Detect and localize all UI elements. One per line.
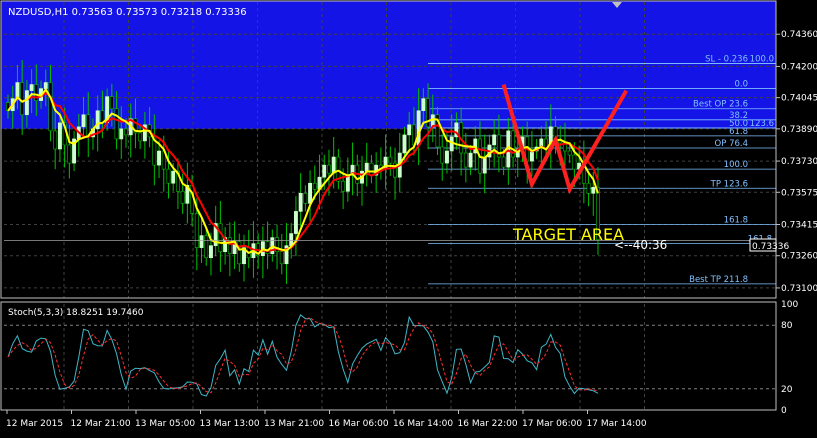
fib-level-label: 100.0 bbox=[724, 160, 748, 170]
price-chart: SL - 0.236 100.00.0Best OP 23.638.250.0 12… bbox=[0, 0, 817, 434]
stochastic-label: Stoch(5,3,3) 18.8251 19.7460 bbox=[8, 308, 144, 318]
price-axis-tick-label: 0.73415 bbox=[781, 221, 817, 231]
candle-body-bearish bbox=[265, 241, 270, 255]
stochastic-axis-tick-label: 80 bbox=[781, 321, 793, 331]
candle-body-bullish bbox=[468, 152, 473, 168]
fib-level-label: 61.8 bbox=[729, 127, 748, 137]
candle-body-bullish bbox=[407, 124, 412, 136]
time-axis-tick-label: 16 Mar 22:00 bbox=[458, 419, 518, 429]
candle-body-bullish bbox=[199, 235, 204, 248]
time-axis-tick-label: 12 Mar 21:00 bbox=[71, 419, 131, 429]
candle-body-bullish bbox=[482, 156, 487, 174]
price-axis-tick-label: 0.73730 bbox=[781, 157, 817, 167]
price-axis-tick-label: 0.74045 bbox=[781, 94, 817, 104]
symbol-info-label: NZDUSD,H1 0.73563 0.73573 0.73218 0.7333… bbox=[8, 7, 247, 18]
candle-body-bullish bbox=[345, 174, 350, 192]
time-axis-tick-label: 17 Mar 14:00 bbox=[587, 419, 647, 429]
price-axis-tick-label: 0.73575 bbox=[781, 188, 817, 198]
candle-body-bearish bbox=[67, 144, 72, 164]
candle-body-bullish bbox=[402, 134, 407, 154]
candle-body-bearish bbox=[166, 168, 171, 184]
candle-body-bullish bbox=[331, 156, 336, 174]
candle-body-bullish bbox=[24, 90, 29, 116]
price-axis-tick-label: 0.73260 bbox=[781, 252, 817, 262]
time-axis-tick-label: 12 Mar 2015 bbox=[6, 419, 63, 429]
candle-body-bearish bbox=[20, 82, 25, 116]
candle-body-bullish bbox=[364, 162, 369, 172]
fib-level-label: SL - 0.236 bbox=[705, 54, 748, 64]
stochastic-axis-tick-label: 100 bbox=[781, 300, 798, 310]
candle-body-bearish bbox=[194, 213, 199, 248]
candle-body-bearish bbox=[53, 130, 58, 150]
time-axis-tick-label: 16 Mar 14:00 bbox=[393, 419, 453, 429]
price-axis-tick-label: 0.74200 bbox=[781, 62, 817, 72]
candle-body-bearish bbox=[48, 82, 53, 132]
fib-level-label: OP 76.4 bbox=[715, 139, 748, 149]
candle-body-bearish bbox=[572, 154, 577, 170]
candle-body-bearish bbox=[586, 182, 591, 194]
time-axis-tick-label: 16 Mar 06:00 bbox=[329, 419, 389, 429]
candle-body-bearish bbox=[303, 192, 308, 204]
candle-body-bearish bbox=[180, 190, 185, 204]
countdown-label: <--40:36 bbox=[614, 238, 667, 252]
candle-body-bearish bbox=[227, 237, 232, 255]
fib-level-label: Best OP 23.6 bbox=[693, 100, 748, 110]
candle-body-bullish bbox=[29, 84, 34, 91]
candle-body-bearish bbox=[114, 108, 119, 140]
time-axis-tick-label: 17 Mar 06:00 bbox=[522, 419, 582, 429]
candle-body-bearish bbox=[463, 152, 468, 168]
candle-body-bullish bbox=[298, 192, 303, 212]
candle-body-bearish bbox=[204, 235, 209, 259]
candle-body-bearish bbox=[567, 150, 572, 156]
candle-body-bearish bbox=[388, 156, 393, 164]
candle-body-bearish bbox=[218, 223, 223, 252]
time-axis-tick-label: 13 Mar 05:00 bbox=[135, 419, 195, 429]
candle-body-bullish bbox=[81, 114, 86, 128]
time-axis-tick-label: 13 Mar 13:00 bbox=[200, 419, 260, 429]
candle-body-bullish bbox=[171, 170, 176, 184]
stochastic-axis-tick-label: 0 bbox=[781, 406, 787, 416]
candle-body-bullish bbox=[119, 128, 124, 140]
candle-body-bullish bbox=[209, 245, 213, 259]
price-axis-tick-label: 0.73890 bbox=[781, 125, 817, 135]
chart-window[interactable]: SL - 0.236 100.0 0.0 Best OP 23.6 38.2 50.0 12… bbox=[0, 0, 817, 434]
candle-body-bullish bbox=[529, 150, 534, 162]
fib-level-label: TP 123.6 bbox=[710, 179, 748, 189]
stochastic-axis-tick-label: 20 bbox=[781, 385, 793, 395]
fib-level-label: 161.8 bbox=[724, 216, 748, 226]
candle-body-bullish bbox=[308, 182, 313, 204]
candle-body-bearish bbox=[124, 128, 128, 136]
candle-body-bearish bbox=[312, 182, 317, 190]
candle-body-bearish bbox=[440, 146, 445, 164]
fib-level-label: 0.0 bbox=[734, 80, 748, 90]
candle-body-bullish bbox=[492, 134, 497, 146]
time-axis-tick-label: 13 Mar 21:00 bbox=[264, 419, 324, 429]
price-axis-tick-label: 0.74360 bbox=[781, 30, 817, 40]
candle-body-bullish bbox=[57, 122, 62, 150]
candle-body-bearish bbox=[327, 164, 331, 174]
candle-body-bullish bbox=[421, 98, 426, 112]
current-price-label: 0.73336 bbox=[752, 242, 789, 252]
candle-body-bearish bbox=[369, 162, 374, 176]
candle-body-bullish bbox=[293, 211, 298, 234]
price-axis-tick-label: 0.73100 bbox=[781, 284, 817, 294]
candle-body-bullish bbox=[157, 150, 161, 166]
candle-body-bearish bbox=[279, 251, 284, 265]
candle-body-bullish bbox=[43, 82, 48, 89]
candle-body-bullish bbox=[445, 150, 449, 164]
candle-body-bearish bbox=[109, 96, 114, 110]
fib-level-label: 123.6 bbox=[750, 119, 774, 129]
candle-body-bearish bbox=[138, 132, 143, 142]
candle-body-bullish bbox=[591, 186, 596, 194]
candle-body-bullish bbox=[322, 164, 327, 178]
candle-body-bearish bbox=[341, 180, 346, 192]
fib-level-label: 100.0 bbox=[750, 54, 774, 64]
candle-body-bearish bbox=[501, 156, 506, 168]
fib-level-label: Best TP 211.8 bbox=[689, 275, 748, 285]
target-area-label: TARGET AREA bbox=[512, 225, 624, 244]
